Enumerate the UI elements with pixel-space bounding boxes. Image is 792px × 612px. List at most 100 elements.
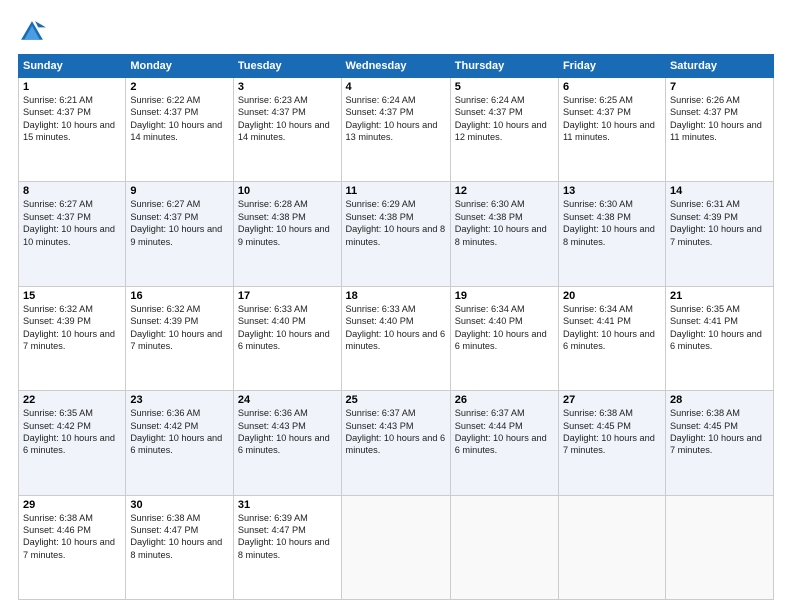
day-number: 1 (23, 81, 121, 93)
day-info: Sunrise: 6:27 AMSunset: 4:37 PMDaylight:… (130, 199, 222, 246)
col-sunday: Sunday (19, 55, 126, 78)
table-row (558, 495, 665, 599)
table-row: 8 Sunrise: 6:27 AMSunset: 4:37 PMDayligh… (19, 182, 126, 286)
day-info: Sunrise: 6:38 AMSunset: 4:47 PMDaylight:… (130, 513, 222, 560)
day-number: 26 (455, 394, 554, 406)
day-info: Sunrise: 6:35 AMSunset: 4:41 PMDaylight:… (670, 304, 762, 351)
col-friday: Friday (558, 55, 665, 78)
day-number: 8 (23, 185, 121, 197)
day-number: 17 (238, 290, 337, 302)
day-info: Sunrise: 6:25 AMSunset: 4:37 PMDaylight:… (563, 95, 655, 142)
table-row: 12 Sunrise: 6:30 AMSunset: 4:38 PMDaylig… (450, 182, 558, 286)
calendar-week-row: 29 Sunrise: 6:38 AMSunset: 4:46 PMDaylig… (19, 495, 774, 599)
day-info: Sunrise: 6:33 AMSunset: 4:40 PMDaylight:… (346, 304, 446, 351)
day-number: 15 (23, 290, 121, 302)
day-info: Sunrise: 6:23 AMSunset: 4:37 PMDaylight:… (238, 95, 330, 142)
day-number: 31 (238, 499, 337, 511)
day-number: 5 (455, 81, 554, 93)
logo (18, 18, 50, 46)
table-row: 30 Sunrise: 6:38 AMSunset: 4:47 PMDaylig… (126, 495, 234, 599)
day-number: 16 (130, 290, 229, 302)
day-info: Sunrise: 6:37 AMSunset: 4:44 PMDaylight:… (455, 408, 547, 455)
table-row: 22 Sunrise: 6:35 AMSunset: 4:42 PMDaylig… (19, 391, 126, 495)
day-info: Sunrise: 6:31 AMSunset: 4:39 PMDaylight:… (670, 199, 762, 246)
table-row: 31 Sunrise: 6:39 AMSunset: 4:47 PMDaylig… (233, 495, 341, 599)
table-row: 15 Sunrise: 6:32 AMSunset: 4:39 PMDaylig… (19, 286, 126, 390)
day-info: Sunrise: 6:30 AMSunset: 4:38 PMDaylight:… (455, 199, 547, 246)
day-info: Sunrise: 6:37 AMSunset: 4:43 PMDaylight:… (346, 408, 446, 455)
day-info: Sunrise: 6:24 AMSunset: 4:37 PMDaylight:… (346, 95, 438, 142)
day-info: Sunrise: 6:21 AMSunset: 4:37 PMDaylight:… (23, 95, 115, 142)
day-number: 25 (346, 394, 446, 406)
col-tuesday: Tuesday (233, 55, 341, 78)
table-row: 4 Sunrise: 6:24 AMSunset: 4:37 PMDayligh… (341, 78, 450, 182)
table-row: 24 Sunrise: 6:36 AMSunset: 4:43 PMDaylig… (233, 391, 341, 495)
col-saturday: Saturday (665, 55, 773, 78)
day-number: 13 (563, 185, 661, 197)
day-number: 27 (563, 394, 661, 406)
calendar-header-row: Sunday Monday Tuesday Wednesday Thursday… (19, 55, 774, 78)
table-row: 23 Sunrise: 6:36 AMSunset: 4:42 PMDaylig… (126, 391, 234, 495)
day-info: Sunrise: 6:34 AMSunset: 4:41 PMDaylight:… (563, 304, 655, 351)
col-wednesday: Wednesday (341, 55, 450, 78)
table-row: 11 Sunrise: 6:29 AMSunset: 4:38 PMDaylig… (341, 182, 450, 286)
calendar-table: Sunday Monday Tuesday Wednesday Thursday… (18, 54, 774, 600)
day-info: Sunrise: 6:36 AMSunset: 4:42 PMDaylight:… (130, 408, 222, 455)
day-number: 3 (238, 81, 337, 93)
table-row: 28 Sunrise: 6:38 AMSunset: 4:45 PMDaylig… (665, 391, 773, 495)
table-row: 17 Sunrise: 6:33 AMSunset: 4:40 PMDaylig… (233, 286, 341, 390)
table-row: 13 Sunrise: 6:30 AMSunset: 4:38 PMDaylig… (558, 182, 665, 286)
day-number: 9 (130, 185, 229, 197)
col-thursday: Thursday (450, 55, 558, 78)
table-row: 10 Sunrise: 6:28 AMSunset: 4:38 PMDaylig… (233, 182, 341, 286)
day-info: Sunrise: 6:38 AMSunset: 4:46 PMDaylight:… (23, 513, 115, 560)
logo-icon (18, 18, 46, 46)
calendar-week-row: 1 Sunrise: 6:21 AMSunset: 4:37 PMDayligh… (19, 78, 774, 182)
day-info: Sunrise: 6:28 AMSunset: 4:38 PMDaylight:… (238, 199, 330, 246)
day-number: 29 (23, 499, 121, 511)
table-row: 25 Sunrise: 6:37 AMSunset: 4:43 PMDaylig… (341, 391, 450, 495)
day-info: Sunrise: 6:33 AMSunset: 4:40 PMDaylight:… (238, 304, 330, 351)
table-row: 14 Sunrise: 6:31 AMSunset: 4:39 PMDaylig… (665, 182, 773, 286)
day-info: Sunrise: 6:36 AMSunset: 4:43 PMDaylight:… (238, 408, 330, 455)
table-row: 20 Sunrise: 6:34 AMSunset: 4:41 PMDaylig… (558, 286, 665, 390)
day-number: 14 (670, 185, 769, 197)
day-info: Sunrise: 6:32 AMSunset: 4:39 PMDaylight:… (130, 304, 222, 351)
table-row: 18 Sunrise: 6:33 AMSunset: 4:40 PMDaylig… (341, 286, 450, 390)
day-info: Sunrise: 6:30 AMSunset: 4:38 PMDaylight:… (563, 199, 655, 246)
day-number: 19 (455, 290, 554, 302)
day-info: Sunrise: 6:24 AMSunset: 4:37 PMDaylight:… (455, 95, 547, 142)
table-row: 29 Sunrise: 6:38 AMSunset: 4:46 PMDaylig… (19, 495, 126, 599)
day-info: Sunrise: 6:34 AMSunset: 4:40 PMDaylight:… (455, 304, 547, 351)
calendar-week-row: 8 Sunrise: 6:27 AMSunset: 4:37 PMDayligh… (19, 182, 774, 286)
col-monday: Monday (126, 55, 234, 78)
table-row: 9 Sunrise: 6:27 AMSunset: 4:37 PMDayligh… (126, 182, 234, 286)
calendar-week-row: 15 Sunrise: 6:32 AMSunset: 4:39 PMDaylig… (19, 286, 774, 390)
day-info: Sunrise: 6:32 AMSunset: 4:39 PMDaylight:… (23, 304, 115, 351)
table-row: 5 Sunrise: 6:24 AMSunset: 4:37 PMDayligh… (450, 78, 558, 182)
table-row (665, 495, 773, 599)
table-row: 27 Sunrise: 6:38 AMSunset: 4:45 PMDaylig… (558, 391, 665, 495)
day-info: Sunrise: 6:39 AMSunset: 4:47 PMDaylight:… (238, 513, 330, 560)
page: Sunday Monday Tuesday Wednesday Thursday… (0, 0, 792, 612)
day-number: 24 (238, 394, 337, 406)
day-number: 28 (670, 394, 769, 406)
day-info: Sunrise: 6:35 AMSunset: 4:42 PMDaylight:… (23, 408, 115, 455)
table-row: 16 Sunrise: 6:32 AMSunset: 4:39 PMDaylig… (126, 286, 234, 390)
table-row: 19 Sunrise: 6:34 AMSunset: 4:40 PMDaylig… (450, 286, 558, 390)
day-number: 23 (130, 394, 229, 406)
day-number: 18 (346, 290, 446, 302)
table-row: 1 Sunrise: 6:21 AMSunset: 4:37 PMDayligh… (19, 78, 126, 182)
day-info: Sunrise: 6:29 AMSunset: 4:38 PMDaylight:… (346, 199, 446, 246)
day-number: 12 (455, 185, 554, 197)
day-number: 6 (563, 81, 661, 93)
day-number: 20 (563, 290, 661, 302)
day-number: 21 (670, 290, 769, 302)
calendar-week-row: 22 Sunrise: 6:35 AMSunset: 4:42 PMDaylig… (19, 391, 774, 495)
table-row: 21 Sunrise: 6:35 AMSunset: 4:41 PMDaylig… (665, 286, 773, 390)
day-number: 4 (346, 81, 446, 93)
day-info: Sunrise: 6:38 AMSunset: 4:45 PMDaylight:… (670, 408, 762, 455)
table-row: 3 Sunrise: 6:23 AMSunset: 4:37 PMDayligh… (233, 78, 341, 182)
day-number: 2 (130, 81, 229, 93)
day-info: Sunrise: 6:26 AMSunset: 4:37 PMDaylight:… (670, 95, 762, 142)
